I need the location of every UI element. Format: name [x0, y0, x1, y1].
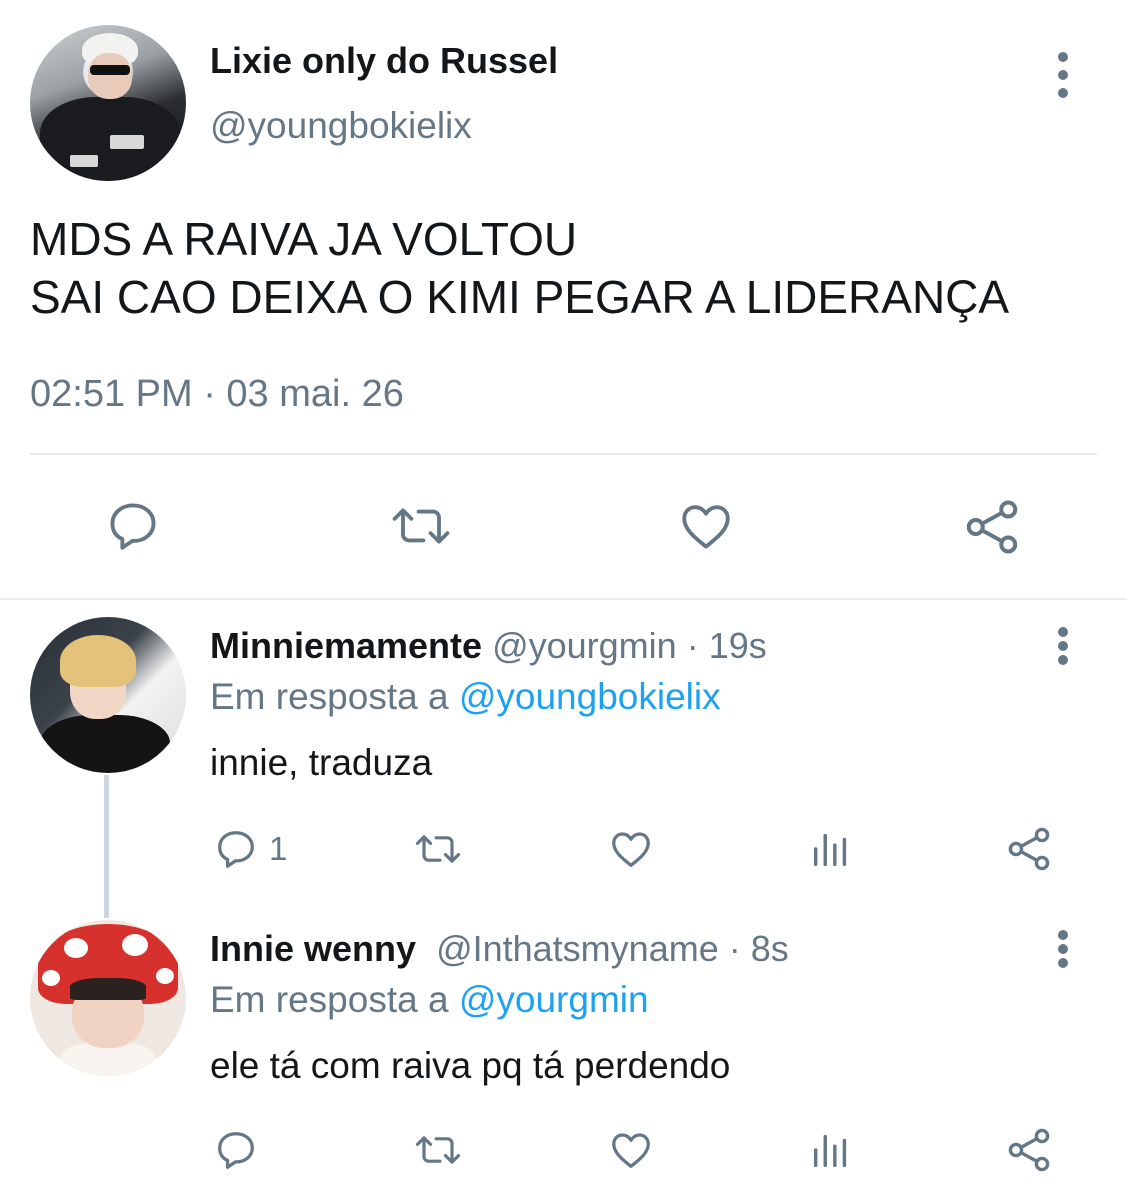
like-icon [682, 505, 730, 549]
main-display-name[interactable]: Lixie only do Russel [210, 40, 558, 82]
reply-mention-link[interactable]: @yourgmin [459, 979, 649, 1020]
retweet-button[interactable] [410, 826, 466, 872]
avatar-patch-shape [70, 155, 98, 167]
more-options-icon[interactable] [1048, 627, 1078, 665]
avatar-hat-spot-shape [156, 968, 174, 984]
retweet-icon [415, 1136, 461, 1164]
share-icon [1008, 1128, 1050, 1172]
like-icon [612, 832, 650, 867]
reply-display-name[interactable]: Minniemamente [210, 625, 482, 666]
analytics-icon [813, 833, 847, 867]
retweet-icon [415, 835, 461, 863]
like-button[interactable] [608, 1127, 654, 1173]
avatar-hair-shape [60, 635, 136, 687]
like-icon [612, 1133, 650, 1168]
share-icon [1008, 827, 1050, 871]
reply-button[interactable]: 1 [213, 826, 287, 872]
reply-handle[interactable]: @yourgmin [492, 625, 677, 666]
like-button[interactable] [608, 826, 654, 872]
reply-context: Em resposta a @youngbokielix [210, 676, 721, 718]
retweet-button[interactable] [410, 1127, 466, 1173]
analytics-button[interactable] [808, 1127, 854, 1173]
reply-mention-link[interactable]: @youngbokielix [459, 676, 721, 717]
reply-prefix: Em resposta a [210, 676, 459, 717]
reply-context: Em resposta a @yourgmin [210, 979, 649, 1021]
reply-time: · 8s [728, 928, 789, 969]
reply-header: Innie wenny @Inthatsmyname · 8s [210, 928, 789, 970]
reply-button[interactable] [213, 1127, 269, 1173]
like-button[interactable] [677, 497, 735, 555]
reply-button[interactable] [104, 497, 162, 555]
analytics-button[interactable] [808, 826, 854, 872]
reply-handle[interactable]: @Inthatsmyname [436, 928, 719, 969]
reply-icon [218, 831, 254, 868]
main-tweet-avatar[interactable] [30, 25, 186, 181]
avatar-body-shape [40, 715, 170, 773]
reply-prefix: Em resposta a [210, 979, 459, 1020]
avatar-hair-shape [70, 978, 146, 1000]
share-icon [966, 500, 1018, 554]
avatar-hat-spot-shape [122, 934, 148, 956]
reply-avatar[interactable] [30, 920, 186, 1076]
tweet-text: MDS A RAIVA JA VOLTOU SAI CAO DEIXA O KI… [30, 213, 1010, 323]
avatar-hat-spot-shape [64, 938, 88, 958]
avatar-patch-shape [110, 135, 144, 149]
reply-display-name[interactable]: Innie wenny [210, 928, 416, 969]
reply-text: innie, traduza [210, 742, 433, 783]
divider [0, 598, 1127, 600]
reply-icon [218, 1132, 254, 1169]
share-button[interactable] [962, 497, 1022, 557]
avatar-sunglasses-shape [90, 65, 130, 75]
retweet-button[interactable] [385, 497, 457, 555]
more-options-icon[interactable] [1048, 930, 1078, 968]
reply-count: 1 [269, 830, 288, 867]
reply-icon [110, 503, 156, 550]
reply-header: Minniemamente @yourgmin · 19s [210, 625, 767, 667]
share-button[interactable] [1005, 1126, 1053, 1174]
reply-time: · 19s [686, 625, 767, 666]
more-options-icon[interactable] [1048, 52, 1078, 98]
reply-avatar[interactable] [30, 617, 186, 773]
divider [30, 453, 1097, 455]
main-handle[interactable]: @youngbokielix [210, 105, 472, 147]
analytics-icon [813, 1134, 847, 1168]
share-button[interactable] [1005, 825, 1053, 873]
tweet-timestamp: 02:51 PM · 03 mai. 26 [30, 373, 404, 415]
retweet-icon [392, 508, 450, 544]
avatar-face-shape [88, 53, 132, 99]
reply-text: ele tá com raiva pq tá perdendo [210, 1045, 731, 1086]
thread-connector-line [104, 775, 109, 918]
avatar-hat-spot-shape [42, 970, 60, 986]
